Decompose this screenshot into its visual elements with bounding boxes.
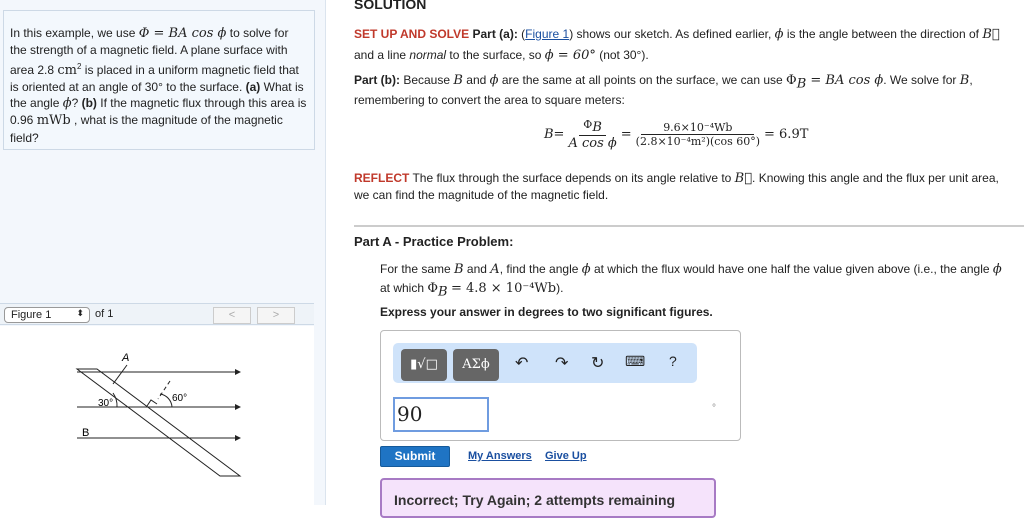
divider [354, 225, 1024, 227]
label-a: A [121, 352, 129, 364]
figure-select-value: Figure 1 [11, 309, 52, 321]
keyboard-icon[interactable]: ⌨ [625, 353, 645, 370]
figure-toolbar: Figure 1 ⬍ of 1 < > [0, 303, 314, 325]
text: For the same [380, 262, 455, 276]
answer-box: ▮√□ ΑΣϕ ↶ ↷ ↻ ⌨ ? 90 ° [380, 330, 741, 441]
text: and [463, 262, 491, 276]
figure-select[interactable]: Figure 1 ⬍ [4, 307, 90, 323]
text: ) shows our sketch. As defined earlier, [569, 27, 775, 41]
text: (not 30°). [595, 48, 649, 62]
figure-count: of 1 [95, 308, 114, 320]
text: In this example, we use [10, 26, 139, 40]
label: SET UP AND SOLVE [354, 27, 470, 41]
feedback-message: Incorrect; Try Again; 2 attempts remaini… [380, 478, 716, 518]
help-button[interactable]: ? [669, 353, 677, 369]
text: at which [380, 281, 428, 295]
magnetic-field-diagram: A 30° 60° B [75, 352, 242, 477]
templates-button[interactable]: ▮√□ [401, 349, 447, 381]
practice-text: For the same B and A, find the angle ϕ a… [380, 262, 1002, 300]
eq-num: 9.6×10⁻⁴Wb [641, 121, 755, 136]
equation: B= ΦB A cos ϕ = 9.6×10⁻⁴Wb (2.8×10⁻⁴m²)(co… [544, 118, 809, 152]
part-b-solution: Part (b): Because B and ϕ are the same a… [354, 73, 973, 108]
next-figure-button[interactable]: > [257, 307, 295, 324]
reflect: REFLECT The flux through the surface dep… [354, 171, 999, 202]
unit: cm [57, 62, 77, 78]
math-toolbar: ▮√□ ΑΣϕ ↶ ↷ ↻ ⌨ ? [393, 343, 697, 383]
problem-statement: In this example, we use Φ = BA cos ϕ to … [3, 10, 315, 150]
eq-num: Φ [583, 118, 593, 131]
text: Because [400, 73, 454, 87]
redo-icon[interactable]: ↷ [555, 353, 568, 373]
eq-lhs: B= [544, 127, 565, 143]
updown-icon: ⬍ [76, 308, 84, 318]
solution-heading: SOLUTION [354, 0, 427, 12]
text: are the same at all points on the surfac… [498, 73, 787, 87]
label-60: 60° [172, 393, 187, 404]
eq-den: (2.8×10⁻⁴m²)(cos 60°) [635, 135, 761, 149]
text: and a line [354, 48, 410, 62]
unit-label: ° [712, 403, 716, 414]
part-a-solution: SET UP AND SOLVE Part (a): (Figure 1) sh… [354, 27, 1000, 63]
label: Part (a): [472, 27, 518, 41]
formula: ϕ = 60° [544, 48, 596, 63]
eq-result: = 6.9T [764, 127, 809, 143]
label: Part (b): [354, 73, 400, 87]
text: and [462, 73, 490, 87]
label-30: 30° [98, 398, 113, 409]
text: normal [409, 48, 447, 62]
reset-icon[interactable]: ↻ [591, 353, 604, 373]
text: is the angle between the direction of [783, 27, 983, 41]
give-up-link[interactable]: Give Up [545, 450, 587, 462]
symbol: ϕ [62, 96, 72, 112]
text: ? [71, 96, 82, 111]
answer-input[interactable]: 90 [393, 397, 489, 432]
my-answers-link[interactable]: My Answers [468, 450, 532, 462]
text: . We solve for [883, 73, 960, 87]
instructions: Express your answer in degrees to two si… [380, 305, 713, 319]
text: The flux through the surface depends on … [409, 171, 735, 185]
formula: = 4.8 × 10⁻⁴Wb [450, 281, 557, 296]
figure-area: A 30° 60° B [0, 326, 314, 505]
text: , find the angle [499, 262, 582, 276]
part-label: (a) [245, 79, 261, 94]
undo-icon[interactable]: ↶ [515, 353, 528, 373]
unit: mWb [36, 113, 71, 129]
eq-den: A cos ϕ [568, 136, 617, 152]
label: REFLECT [354, 171, 410, 185]
greek-button[interactable]: ΑΣϕ [453, 349, 499, 381]
text: to the surface, so [446, 48, 545, 62]
prev-figure-button[interactable]: < [213, 307, 251, 324]
text: at which the flux would have one half th… [590, 262, 993, 276]
practice-heading: Part A - Practice Problem: [354, 234, 514, 249]
surface [75, 368, 242, 477]
left-panel: In this example, we use Φ = BA cos ϕ to … [0, 0, 326, 505]
label-b: B [82, 427, 89, 439]
part-label: (b) [81, 96, 97, 111]
formula: Φ = BA cos ϕ [138, 26, 227, 41]
submit-button[interactable]: Submit [380, 446, 450, 467]
figure-link[interactable]: Figure 1 [525, 27, 569, 41]
text: ). [556, 281, 564, 295]
formula: Φ [786, 73, 797, 88]
